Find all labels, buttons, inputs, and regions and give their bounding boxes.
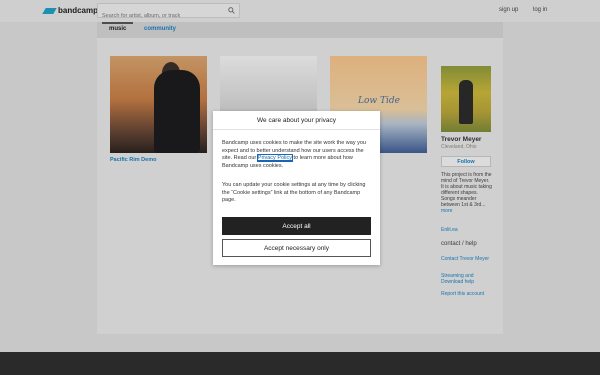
- cookie-dialog-title: We care about your privacy: [213, 111, 380, 130]
- cookie-dialog-text: Bandcamp uses cookies to make the site w…: [222, 140, 372, 170]
- cookie-settings-text: You can update your cookie settings at a…: [222, 182, 366, 203]
- privacy-policy-link[interactable]: Privacy Policy: [256, 154, 294, 162]
- accept-necessary-button[interactable]: Accept necessary only: [222, 239, 371, 257]
- accept-all-button[interactable]: Accept all: [222, 217, 371, 235]
- cookie-consent-dialog: We care about your privacy Bandcamp uses…: [213, 111, 380, 265]
